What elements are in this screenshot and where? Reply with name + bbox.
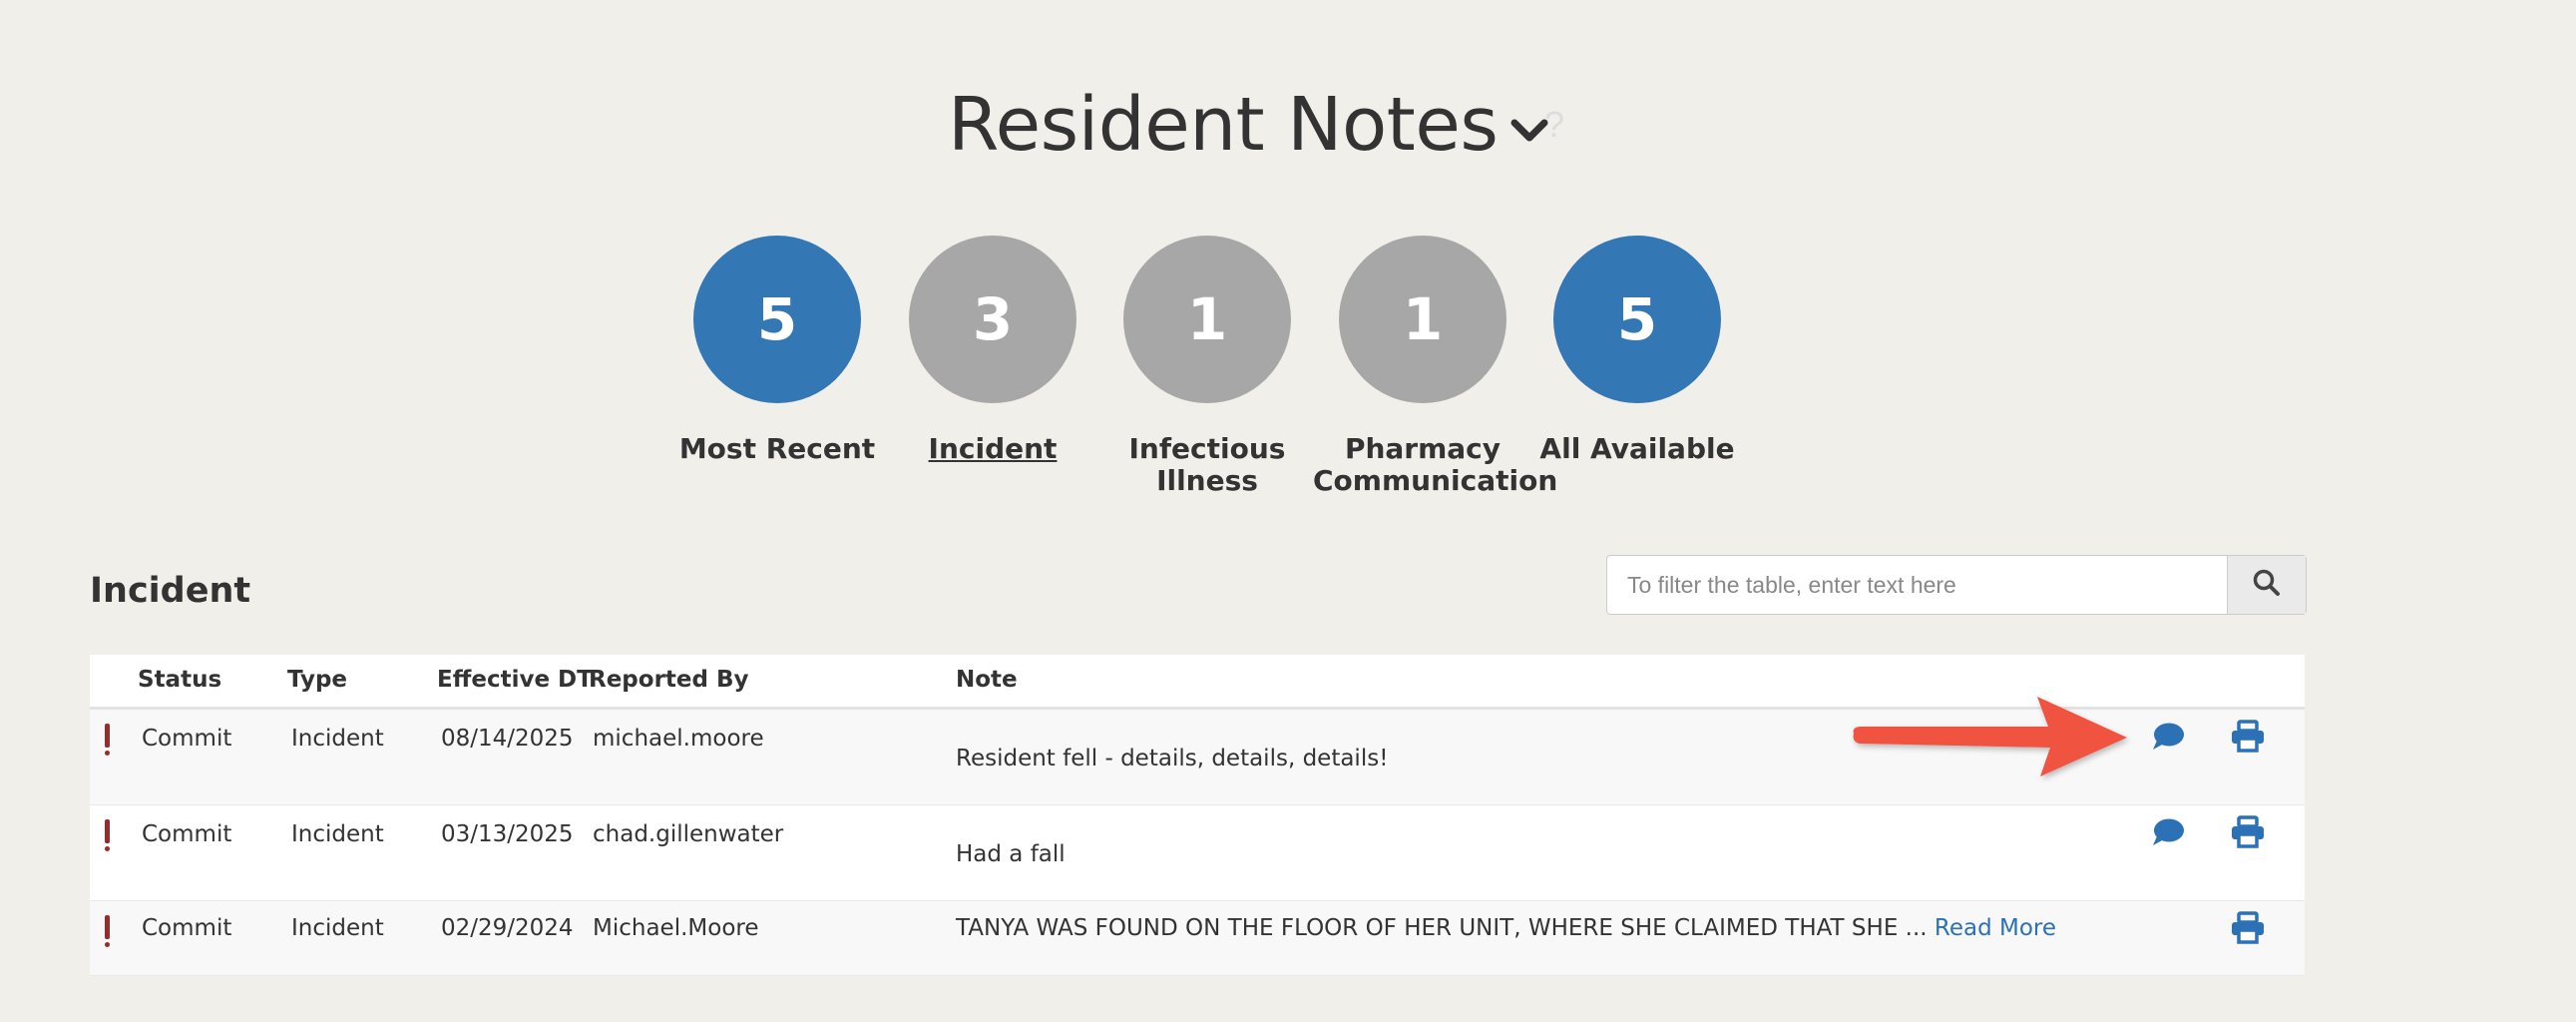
section-title: Incident	[90, 571, 251, 611]
status-cell: Commit	[142, 915, 232, 941]
column-header-effective-dt[interactable]: Effective DT	[437, 667, 593, 693]
date-cell: 02/29/2024	[441, 915, 574, 941]
count-circle[interactable]: 5	[693, 236, 861, 403]
status-exclamation-icon	[105, 915, 110, 947]
status-exclamation-icon	[105, 724, 110, 756]
filter-incident[interactable]: 3 Incident	[883, 236, 1102, 465]
print-icon[interactable]	[2231, 815, 2265, 854]
type-cell: Incident	[291, 726, 384, 752]
column-header-note[interactable]: Note	[956, 667, 1018, 693]
comment-icon[interactable]	[2151, 722, 2185, 757]
filter-pharmacy-communication[interactable]: 1 Pharmacy Communication	[1313, 236, 1557, 497]
read-more-link[interactable]: Read More	[1934, 915, 2056, 941]
count-circle[interactable]: 1	[1123, 236, 1291, 403]
table-filter	[1606, 555, 2307, 615]
note-cell: TANYA WAS FOUND ON THE FLOOR OF HER UNIT…	[956, 915, 2056, 941]
column-header-type[interactable]: Type	[287, 667, 347, 693]
print-icon[interactable]	[2231, 911, 2265, 950]
date-cell: 08/14/2025	[441, 726, 574, 752]
filter-label[interactable]: All Available	[1527, 433, 1747, 465]
reported-by-cell: Michael.Moore	[593, 915, 759, 941]
count-circle[interactable]: 1	[1339, 236, 1506, 403]
filter-label[interactable]: Infectious Illness	[1097, 433, 1317, 497]
column-header-reported-by[interactable]: Reported By	[589, 667, 749, 693]
count-circle[interactable]: 3	[909, 236, 1076, 403]
filter-infectious-illness[interactable]: 1 Infectious Illness	[1097, 236, 1317, 497]
filter-label-line: Communication	[1313, 464, 1558, 497]
reported-by-cell: chad.gillenwater	[593, 821, 784, 847]
status-cell: Commit	[142, 726, 232, 752]
filter-most-recent[interactable]: 5 Most Recent	[667, 236, 887, 465]
note-cell: Resident fell - details, details, detail…	[956, 746, 1389, 771]
table-row[interactable]: Commit Incident 02/29/2024 Michael.Moore…	[90, 901, 2305, 976]
reported-by-cell: michael.moore	[593, 726, 764, 752]
filter-label-line: Pharmacy	[1344, 432, 1502, 465]
search-icon	[2252, 568, 2282, 603]
search-input[interactable]	[1607, 556, 2227, 614]
filter-label[interactable]: Incident	[883, 433, 1102, 465]
type-cell: Incident	[291, 821, 384, 847]
table-row[interactable]: Commit Incident 03/13/2025 chad.gillenwa…	[90, 805, 2305, 901]
help-icon[interactable]: ?	[1544, 104, 1564, 146]
arrow-annotation	[1846, 689, 2135, 793]
filter-label-line: Infectious	[1128, 432, 1286, 465]
filter-all-available[interactable]: 5 All Available	[1527, 236, 1747, 465]
type-cell: Incident	[291, 915, 384, 941]
search-button[interactable]	[2227, 556, 2306, 614]
column-header-status[interactable]: Status	[138, 667, 221, 693]
filter-label[interactable]: Most Recent	[667, 433, 887, 465]
note-text: TANYA WAS FOUND ON THE FLOOR OF HER UNIT…	[956, 915, 1928, 941]
date-cell: 03/13/2025	[441, 821, 574, 847]
filter-label-line: Illness	[1156, 464, 1258, 497]
title-dropdown[interactable]: Resident Notes	[948, 80, 1549, 170]
status-exclamation-icon	[105, 819, 110, 851]
count-circle[interactable]: 5	[1553, 236, 1721, 403]
filter-label[interactable]: Pharmacy Communication	[1313, 432, 1557, 497]
comment-icon[interactable]	[2151, 817, 2185, 852]
note-cell: Had a fall	[956, 841, 1066, 867]
page-title: Resident Notes	[948, 82, 1499, 168]
status-cell: Commit	[142, 821, 232, 847]
print-icon[interactable]	[2231, 720, 2265, 759]
